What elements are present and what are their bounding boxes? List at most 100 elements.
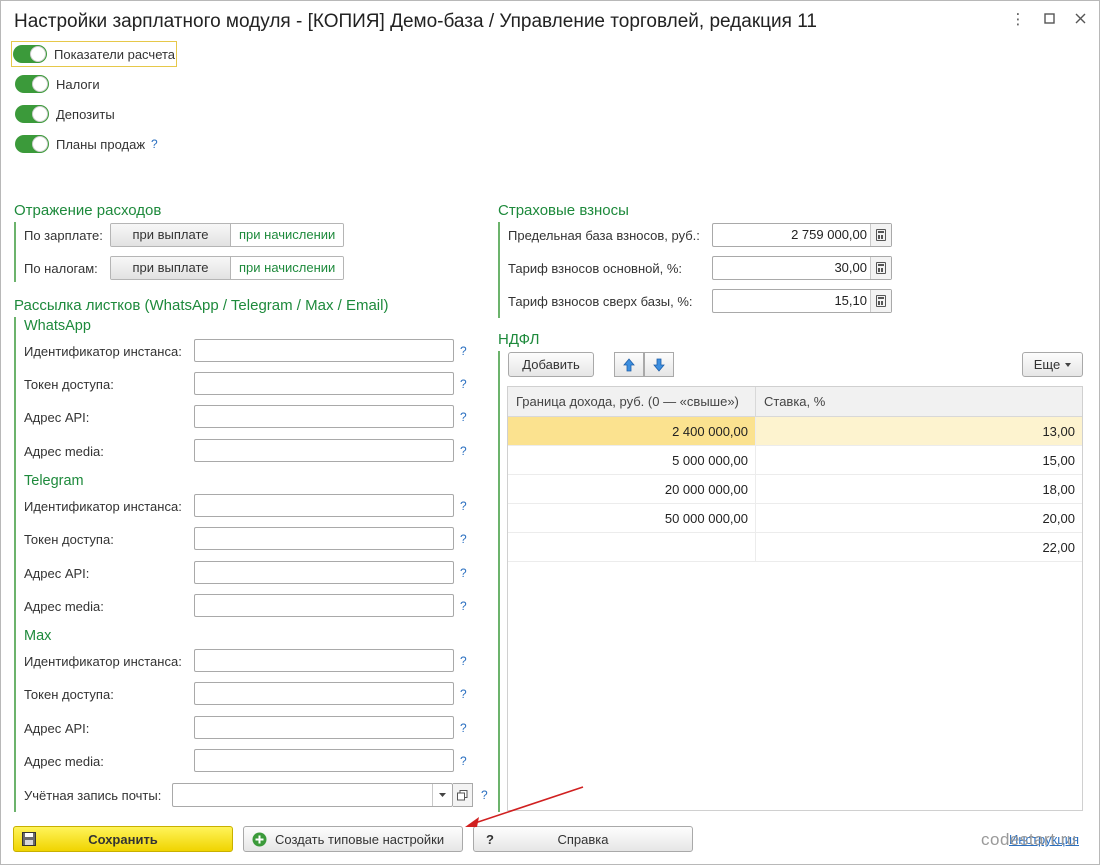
toggle-switch[interactable] [15,105,49,123]
rate-cell[interactable]: 13,00 [756,417,1082,445]
max-instance-label: Идентификатор инстанса: [24,654,182,669]
column-header-rate[interactable]: Ставка, % [756,387,825,416]
create-default-settings-label: Создать типовые настройки [275,831,445,847]
rate-cell[interactable]: 18,00 [756,475,1082,503]
limit-cell[interactable]: 20 000 000,00 [508,475,756,503]
ndfl-table: Граница дохода, руб. (0 — «свыше») Ставк… [507,386,1083,811]
toggle-deposits[interactable]: Депозиты [15,103,115,125]
maximize-icon[interactable] [1038,9,1060,31]
salary-expense-switch[interactable]: при выплате при начислении [110,223,345,247]
insurance-over-rate-value: 15,10 [834,293,867,308]
table-row[interactable]: 22,00 [508,533,1082,562]
ndfl-section-line [498,351,500,812]
tax-expense-switch[interactable]: при выплате при начислении [110,256,345,280]
table-row[interactable]: 2 400 000,00 13,00 [508,417,1082,446]
more-button[interactable]: Еще [1022,352,1083,377]
toggle-switch[interactable] [15,75,49,93]
max-token-input[interactable] [194,682,454,705]
whatsapp-instance-help-icon[interactable]: ? [460,344,467,358]
max-media-help-icon[interactable]: ? [460,754,467,768]
telegram-media-input[interactable] [194,594,454,617]
ndfl-section-title: НДФЛ [498,331,540,348]
rate-cell[interactable]: 22,00 [756,533,1082,561]
insurance-main-rate-label: Тариф взносов основной, %: [508,261,683,276]
move-up-icon[interactable] [614,352,644,377]
table-row[interactable]: 5 000 000,00 15,00 [508,446,1082,475]
whatsapp-media-label: Адрес media: [24,444,104,459]
toggle-switch[interactable] [13,45,47,63]
whatsapp-media-input[interactable] [194,439,454,462]
toggle-sales-plans[interactable]: Планы продаж ? [15,133,158,155]
telegram-api-input[interactable] [194,561,454,584]
max-api-input[interactable] [194,716,454,739]
move-down-icon[interactable] [644,352,674,377]
tax-on-payment-option[interactable]: при выплате [111,257,231,279]
toggle-label: Депозиты [56,106,115,122]
insurance-base-input[interactable]: 2 759 000,00 [712,223,892,247]
salary-on-accrual-option[interactable]: при начислении [231,224,344,246]
column-header-limit[interactable]: Граница дохода, руб. (0 — «свыше») [508,387,756,416]
max-media-label: Адрес media: [24,754,104,769]
limit-cell[interactable]: 50 000 000,00 [508,504,756,532]
save-button[interactable]: Сохранить [13,826,233,852]
toggle-label: Показатели расчета [54,46,176,62]
save-button-label: Сохранить [88,831,158,847]
toggle-taxes[interactable]: Налоги [15,73,100,95]
telegram-token-input[interactable] [194,527,454,550]
create-default-settings-button[interactable]: Создать типовые настройки [243,826,463,852]
expenses-section-title: Отражение расходов [14,202,162,219]
calculator-icon[interactable] [870,224,891,246]
whatsapp-api-help-icon[interactable]: ? [460,410,467,424]
max-instance-input[interactable] [194,649,454,672]
rate-cell[interactable]: 20,00 [756,504,1082,532]
max-token-label: Токен доступа: [24,687,114,702]
rate-cell[interactable]: 15,00 [756,446,1082,474]
insurance-main-rate-input[interactable]: 30,00 [712,256,892,280]
toggle-calc-indicators[interactable]: Показатели расчета [10,41,178,67]
insurance-over-rate-input[interactable]: 15,10 [712,289,892,313]
tax-on-accrual-option[interactable]: при начислении [231,257,344,279]
insurance-main-rate-value: 30,00 [834,260,867,275]
toggle-switch[interactable] [15,135,49,153]
salary-on-payment-option[interactable]: при выплате [111,224,231,246]
telegram-instance-help-icon[interactable]: ? [460,499,467,513]
max-api-label: Адрес API: [24,721,90,736]
calculator-icon[interactable] [870,257,891,279]
telegram-media-help-icon[interactable]: ? [460,599,467,613]
more-button-label: Еще [1033,357,1061,372]
close-icon[interactable] [1069,9,1091,31]
telegram-api-label: Адрес API: [24,566,90,581]
telegram-token-help-icon[interactable]: ? [460,532,467,546]
limit-cell[interactable]: 5 000 000,00 [508,446,756,474]
more-menu-icon[interactable]: ⋮ [1007,9,1029,31]
max-token-help-icon[interactable]: ? [460,687,467,701]
max-instance-help-icon[interactable]: ? [460,654,467,668]
whatsapp-api-input[interactable] [194,405,454,428]
whatsapp-instance-input[interactable] [194,339,454,362]
telegram-instance-input[interactable] [194,494,454,517]
max-group-title: Max [24,628,52,644]
whatsapp-group-title: WhatsApp [24,318,91,334]
calculator-icon[interactable] [870,290,891,312]
whatsapp-token-input[interactable] [194,372,454,395]
table-row[interactable]: 20 000 000,00 18,00 [508,475,1082,504]
max-media-input[interactable] [194,749,454,772]
insurance-section-line [498,222,500,318]
email-account-select[interactable] [172,783,453,807]
table-header: Граница дохода, руб. (0 — «свыше») Ставк… [508,387,1082,417]
whatsapp-token-help-icon[interactable]: ? [460,377,467,391]
max-api-help-icon[interactable]: ? [460,721,467,735]
plus-circle-icon [252,832,267,847]
table-row[interactable]: 50 000 000,00 20,00 [508,504,1082,533]
limit-cell[interactable] [508,533,756,561]
whatsapp-instance-label: Идентификатор инстанса: [24,344,182,359]
add-row-button[interactable]: Добавить [508,352,594,377]
window-title: Настройки зарплатного модуля - [КОПИЯ] Д… [14,11,817,32]
limit-cell[interactable]: 2 400 000,00 [508,417,756,445]
toggle-label: Налоги [56,76,100,92]
sales-plans-help-icon[interactable]: ? [151,137,158,151]
dropdown-arrow-icon[interactable] [432,784,452,806]
whatsapp-media-help-icon[interactable]: ? [460,444,467,458]
telegram-token-label: Токен доступа: [24,532,114,547]
telegram-api-help-icon[interactable]: ? [460,566,467,580]
